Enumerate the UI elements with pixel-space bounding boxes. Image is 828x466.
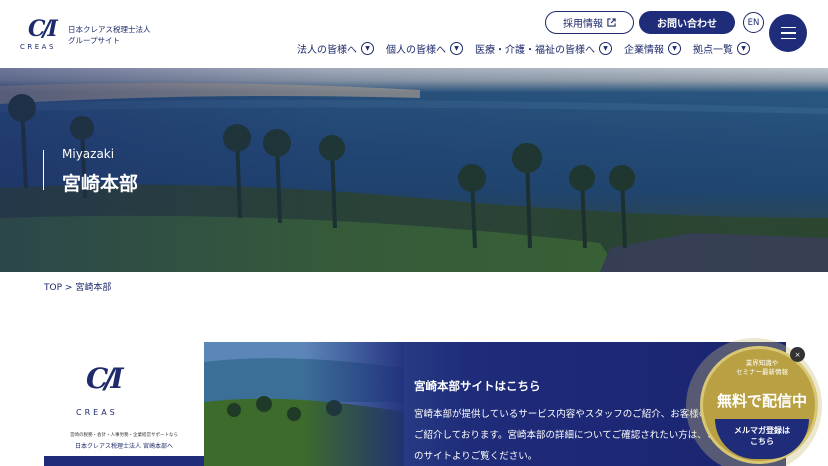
nav-item-locations[interactable]: 拠点一覧 ▼ [693,41,750,56]
recruit-button-label: 採用情報 [563,19,603,30]
site-header: C/I CREAS 日本クレアス税理士法人 グループサイト 採用情報 お問い合わ… [0,0,828,68]
banner-logo-wordmark: CREAS [76,408,118,417]
close-icon[interactable]: × [790,347,805,362]
branch-site-banner[interactable]: C/I CREAS 宮崎の税務・会計・人事労務・企業経営サポートなら 日本クレア… [44,342,786,466]
logo-mark: C/I [28,16,58,42]
hero-subtitle: Miyazaki [62,147,115,161]
page-title: 宮崎本部 [62,173,139,195]
logo-caption: 日本クレアス税理士法人 グループサイト [68,24,151,46]
nav-item-individual[interactable]: 個人の皆様へ ▼ [386,41,463,56]
newsletter-badge-headline: 無料で配信中 [716,392,807,410]
banner-logo-panel: C/I CREAS 宮崎の税務・会計・人事労務・企業経営サポートなら 日本クレア… [44,342,224,466]
banner-office-name: 日本クレアス税理士法人 宮崎本部へ [75,443,173,450]
chevron-down-icon: ▼ [450,42,463,55]
chevron-down-icon: ▼ [737,42,750,55]
menu-button[interactable] [769,14,807,52]
newsletter-badge[interactable]: 業界知識や セミナー最新情報 無料で配信中 メルマガ登録は こちら [700,346,818,464]
logo-wordmark: CREAS [20,43,56,51]
banner-heading: 宮崎本部サイトはこちら [414,379,541,393]
logo[interactable]: C/I CREAS [20,16,62,52]
breadcrumb-current: 宮崎本部 [75,283,112,293]
hero-banner: Miyazaki 宮崎本部 [0,68,828,272]
language-en-button[interactable]: EN [743,12,764,33]
external-link-icon [607,18,616,27]
newsletter-badge-caption: 業界知識や セミナー最新情報 [736,359,788,376]
recruit-button[interactable]: 採用情報 [545,11,634,34]
banner-tab [44,456,224,466]
hero-accent-line [43,150,44,190]
nav-item-company[interactable]: 企業情報 ▼ [624,41,681,56]
nav-item-corporate[interactable]: 法人の皆様へ ▼ [297,41,374,56]
breadcrumb-separator: > [64,283,73,293]
chevron-down-icon: ▼ [599,42,612,55]
breadcrumb-top-link[interactable]: TOP [44,283,62,293]
chevron-down-icon: ▼ [361,42,374,55]
logo-caption-line1: 日本クレアス税理士法人 [68,25,151,34]
chevron-down-icon: ▼ [668,42,681,55]
banner-tagline: 宮崎の税務・会計・人事労務・企業経営サポートなら [70,433,178,438]
banner-landscape-image [204,342,404,466]
hamburger-icon [780,26,796,29]
logo-caption-line2: グループサイト [68,36,121,45]
nav-item-medical[interactable]: 医療・介護・福祉の皆様へ ▼ [475,41,612,56]
main-nav: 法人の皆様へ ▼ 個人の皆様へ ▼ 医療・介護・福祉の皆様へ ▼ 企業情報 ▼ 拠点一覧… [297,41,750,56]
contact-button[interactable]: お問い合わせ [639,11,735,34]
breadcrumb: TOP > 宮崎本部 [44,280,111,293]
banner-logo-mark: C/I [86,362,124,395]
